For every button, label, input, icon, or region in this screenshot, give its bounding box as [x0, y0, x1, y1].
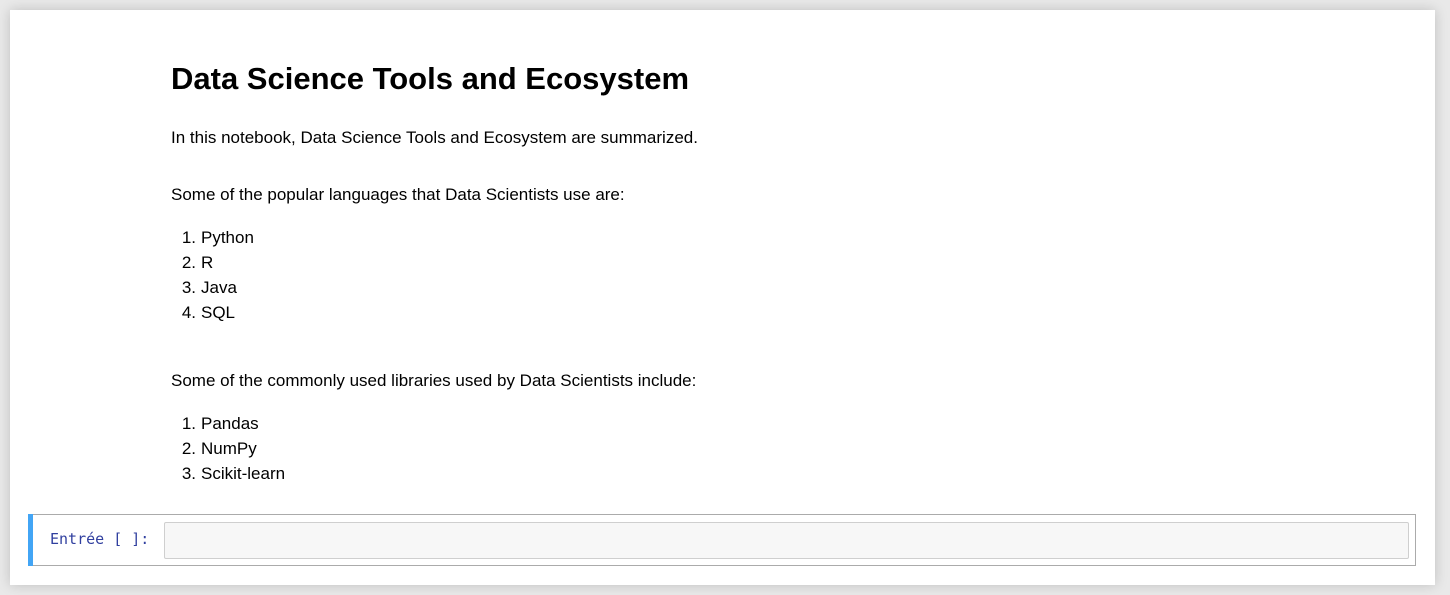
list-item-label: NumPy [201, 439, 257, 458]
selected-cell-indicator [28, 514, 33, 566]
libraries-heading: Some of the commonly used libraries used… [171, 371, 697, 390]
input-prompt: Entrée [ ]: [50, 530, 150, 548]
list-item-label: Python [201, 228, 254, 247]
list-item-label: Scikit-learn [201, 464, 286, 483]
list-item-label: Pandas [201, 414, 259, 433]
list-item: 3. Scikit-learn [181, 464, 286, 483]
list-item: 3. Java [181, 278, 237, 297]
code-input[interactable] [164, 522, 1409, 559]
libraries-list: 1. Pandas 2. NumPy 3. Scikit-learn [171, 411, 285, 486]
languages-heading: Some of the popular languages that Data … [171, 185, 625, 204]
list-item: 1. Pandas [181, 414, 259, 433]
list-item: 1. Python [181, 228, 254, 247]
code-cell[interactable]: Entrée [ ]: [28, 514, 1416, 566]
list-item-label: R [201, 253, 214, 272]
list-item: 4. SQL [181, 303, 236, 322]
notebook-container: Data Science Tools and Ecosystem In this… [10, 10, 1435, 585]
languages-list: 1. Python 2. R 3. Java 4. SQL [171, 225, 254, 325]
list-item: 2. NumPy [181, 439, 257, 458]
intro-paragraph: In this notebook, Data Science Tools and… [171, 128, 698, 147]
list-item-label: SQL [201, 303, 236, 322]
list-item-label: Java [201, 278, 237, 297]
notebook-title: Data Science Tools and Ecosystem [171, 61, 690, 96]
list-item: 2. R [181, 253, 214, 272]
